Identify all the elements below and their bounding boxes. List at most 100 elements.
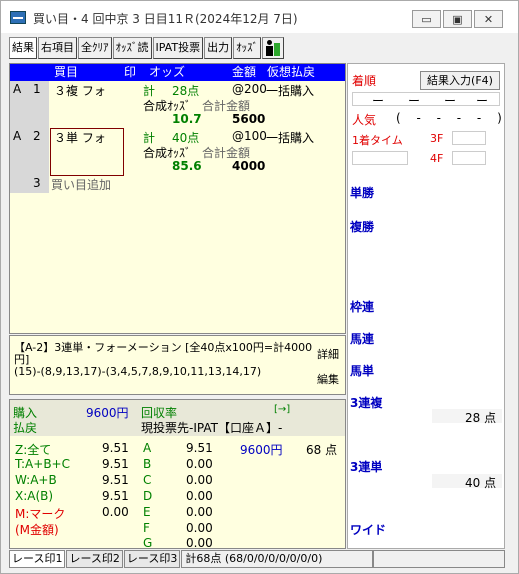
edit-button[interactable]: 編集	[317, 371, 339, 387]
group-a-value: 9.51	[186, 441, 213, 455]
total-amount-value: 5600	[232, 112, 266, 126]
last-4f-label: 4F	[430, 152, 444, 165]
last-3f-label: 3F	[430, 132, 444, 145]
place-label: 複勝	[350, 220, 375, 234]
popularity-label: 人気	[352, 113, 377, 127]
purchase-value: 9600円	[86, 406, 129, 420]
group-d-value: 0.00	[186, 489, 213, 503]
exit-person-button[interactable]	[262, 37, 285, 59]
filter-mark[interactable]: M:マーク	[15, 505, 65, 522]
group-e-value: 0.00	[186, 505, 213, 519]
race-mark-tab-2[interactable]: レース印2	[66, 550, 123, 568]
trifecta-points: 40 点	[465, 476, 497, 490]
result-tab-button[interactable]: 結果	[9, 37, 37, 59]
header-buy: 買目	[54, 65, 79, 79]
win-label: 単勝	[350, 186, 375, 200]
header-mark: 印	[124, 65, 137, 79]
group-e-key[interactable]: E	[143, 505, 151, 519]
group-a-points: 68 点	[306, 443, 338, 457]
refund-label: 払戻	[13, 421, 38, 435]
group-b-key[interactable]: B	[143, 457, 151, 471]
bets-table-header: 買目 印 オッズ 金額 仮想払戻	[10, 64, 345, 81]
detail-button[interactable]: 詳細	[317, 346, 339, 362]
minimize-button[interactable]: ▭	[412, 10, 441, 28]
add-bet-button[interactable]: 買い目追加	[51, 176, 111, 193]
finish-order-label: 着順	[352, 74, 377, 88]
summary-panel: 購入 9600円 回収率 [→] 払戻 現投票先-IPAT【口座Ａ】- Z:全て…	[9, 399, 346, 550]
race-mark-tab-3[interactable]: レース印3	[123, 550, 181, 568]
bracket-quinella-label: 枠連	[350, 300, 375, 314]
recovery-arrow-button[interactable]: [→]	[274, 404, 290, 415]
total-points-status: 計68点 (68/0/0/0/0/0/0/0)	[181, 550, 374, 568]
filter-ab[interactable]: W:A+B	[15, 473, 57, 487]
wide-label: ワイド	[350, 523, 387, 537]
composite-odds-value: 10.7	[172, 112, 202, 126]
group-g-key[interactable]: G	[143, 536, 152, 550]
trio-label: 3連複	[350, 396, 383, 410]
status-bar: レース印1 レース印2 レース印3 計68点 (68/0/0/0/0/0/0/0…	[9, 550, 505, 568]
description-line-1: 【A-2】3連単・フォーメーション [全40点x100円=計4000	[14, 341, 313, 354]
order-dash-4: ー	[476, 94, 489, 108]
row-number: 1	[33, 82, 41, 96]
odds-button[interactable]: ｵｯｽﾞ	[233, 37, 262, 59]
main-window: 買い目・4 回中京 3 日目11Ｒ(2024年12月 7日) ▭ ▣ ✕ 結果 …	[0, 0, 519, 574]
group-f-key[interactable]: F	[143, 521, 150, 535]
window-title: 買い目・4 回中京 3 日目11Ｒ(2024年12月 7日)	[33, 12, 298, 26]
row-group: A	[13, 129, 22, 143]
unit-amount: @100	[232, 129, 267, 143]
group-d-key[interactable]: D	[143, 489, 152, 503]
maximize-button[interactable]: ▣	[443, 10, 472, 28]
result-input-button[interactable]: 結果入力(F4)	[420, 71, 500, 90]
trio-points: 28 点	[465, 411, 497, 425]
group-c-key[interactable]: C	[143, 473, 151, 487]
header-odds: オッズ	[149, 65, 186, 79]
group-c-value: 0.00	[186, 473, 213, 487]
order-dash-1: ー	[372, 94, 385, 108]
bet-description-panel: 【A-2】3連単・フォーメーション [全40点x100円=計4000 円] (1…	[9, 335, 346, 395]
exacta-label: 馬単	[350, 364, 375, 378]
purchase-method: 一括購入	[266, 84, 315, 98]
output-button[interactable]: 出力	[204, 37, 233, 59]
group-a-key[interactable]: A	[143, 441, 151, 455]
composite-odds-value: 85.6	[172, 159, 202, 173]
order-dash-3: ー	[444, 94, 457, 108]
popularity-value: ( - - - - )	[396, 111, 508, 125]
title-bar: 買い目・4 回中京 3 日目11Ｒ(2024年12月 7日) ▭ ▣ ✕	[1, 1, 518, 33]
read-odds-button[interactable]: ｵｯｽﾞ読	[112, 37, 152, 59]
header-payout: 仮想払戻	[267, 65, 316, 79]
bet-type: ３複 フォ	[54, 84, 106, 98]
mark-amount-label: (M金額)	[15, 523, 59, 537]
description-line-3: (15)-(8,9,13,17)-(3,4,5,7,8,9,10,11,13,1…	[14, 365, 262, 378]
trifecta-label: 3連単	[350, 460, 383, 474]
clear-all-button[interactable]: 全ｸﾘｱ	[78, 37, 112, 59]
first-time-field[interactable]	[352, 151, 408, 165]
close-button[interactable]: ✕	[474, 10, 503, 28]
app-icon	[10, 11, 26, 24]
filter-abc[interactable]: T:A+B+C	[15, 457, 70, 471]
last-3f-field[interactable]	[452, 131, 486, 145]
purchase-method: 一括購入	[266, 131, 315, 145]
group-f-value: 0.00	[186, 521, 213, 535]
filter-ab-value: 9.51	[102, 473, 129, 487]
ipat-vote-button[interactable]: IPAT投票	[152, 37, 204, 59]
toolbar: 結果 右項目 全ｸﾘｱ ｵｯｽﾞ読 IPAT投票 出力 ｵｯｽﾞ	[9, 37, 285, 61]
vote-target: 現投票先-IPAT【口座Ａ】-	[141, 421, 283, 435]
right-item-button[interactable]: 右項目	[38, 37, 77, 59]
last-4f-field[interactable]	[452, 151, 486, 165]
row-number: 2	[33, 129, 41, 143]
filter-a-b-value: 9.51	[102, 489, 129, 503]
order-dash-2: ー	[408, 94, 421, 108]
filter-all-value: 9.51	[102, 441, 129, 455]
bets-panel: 買目 印 オッズ 金額 仮想払戻 A 1 ３複 フォ 計 28点 @200 一括…	[9, 63, 346, 334]
result-panel: 着順 結果入力(F4) ー ー ー ー 人気 ( - - - - ) 1着タイム…	[347, 63, 505, 549]
filter-abc-value: 9.51	[102, 457, 129, 471]
group-g-value: 0.00	[186, 536, 213, 550]
bet-type: ３単 フォ	[54, 131, 106, 145]
race-mark-tab-1[interactable]: レース印1	[9, 550, 66, 568]
first-time-label: 1着タイム	[352, 134, 403, 147]
filter-all[interactable]: Z:全て	[15, 441, 51, 458]
filter-a-b[interactable]: X:A(B)	[15, 489, 53, 503]
exit-person-icon	[266, 40, 281, 56]
header-amount: 金額	[232, 65, 257, 79]
filter-mark-value: 0.00	[102, 505, 129, 519]
